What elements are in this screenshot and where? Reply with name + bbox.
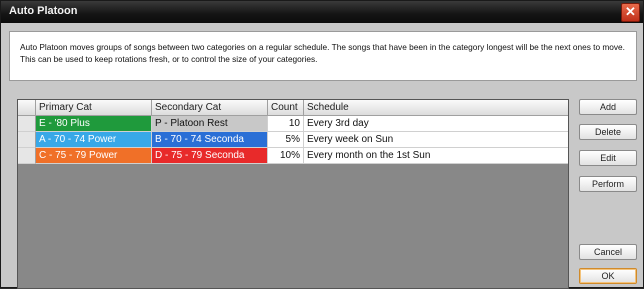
window-title: Auto Platoon (9, 5, 78, 17)
count-cell[interactable]: 5% (268, 132, 304, 148)
row-selector[interactable] (18, 148, 36, 164)
primary-cat-cell[interactable]: A - 70 - 74 Power (36, 132, 152, 148)
description-text: Auto Platoon moves groups of songs betwe… (20, 42, 625, 64)
perform-button[interactable]: Perform (579, 176, 637, 192)
add-button[interactable]: Add (579, 99, 637, 115)
ok-button[interactable]: OK (579, 268, 637, 284)
secondary-cat-cell[interactable]: P - Platoon Rest (152, 116, 268, 132)
table-row[interactable]: A - 70 - 74 Power B - 70 - 74 Seconda 5%… (18, 132, 568, 148)
column-header-schedule[interactable]: Schedule (304, 100, 568, 116)
primary-cat-cell[interactable]: E - '80 Plus (36, 116, 152, 132)
edit-button[interactable]: Edit (579, 150, 637, 166)
table-row[interactable]: C - 75 - 79 Power D - 75 - 79 Seconda 10… (18, 148, 568, 164)
count-cell[interactable]: 10 (268, 116, 304, 132)
row-selector[interactable] (18, 116, 36, 132)
column-header-count[interactable]: Count (268, 100, 304, 116)
cancel-button[interactable]: Cancel (579, 244, 637, 260)
secondary-cat-cell[interactable]: B - 70 - 74 Seconda (152, 132, 268, 148)
count-cell[interactable]: 10% (268, 148, 304, 164)
title-bar[interactable]: Auto Platoon ✕ (1, 1, 643, 23)
description-panel: Auto Platoon moves groups of songs betwe… (9, 31, 637, 81)
delete-button[interactable]: Delete (579, 124, 637, 140)
column-header-secondary-cat[interactable]: Secondary Cat (152, 100, 268, 116)
primary-cat-cell[interactable]: C - 75 - 79 Power (36, 148, 152, 164)
close-icon[interactable]: ✕ (621, 3, 640, 22)
table-row[interactable]: E - '80 Plus P - Platoon Rest 10 Every 3… (18, 116, 568, 132)
schedule-cell[interactable]: Every month on the 1st Sun (304, 148, 568, 164)
schedule-cell[interactable]: Every week on Sun (304, 132, 568, 148)
row-selector[interactable] (18, 132, 36, 148)
row-header-corner (18, 100, 36, 116)
schedule-cell[interactable]: Every 3rd day (304, 116, 568, 132)
column-header-primary-cat[interactable]: Primary Cat (36, 100, 152, 116)
auto-platoon-window: Auto Platoon ✕ Auto Platoon moves groups… (0, 0, 644, 289)
secondary-cat-cell[interactable]: D - 75 - 79 Seconda (152, 148, 268, 164)
platoon-table: Primary Cat Secondary Cat Count Schedule… (17, 99, 569, 289)
